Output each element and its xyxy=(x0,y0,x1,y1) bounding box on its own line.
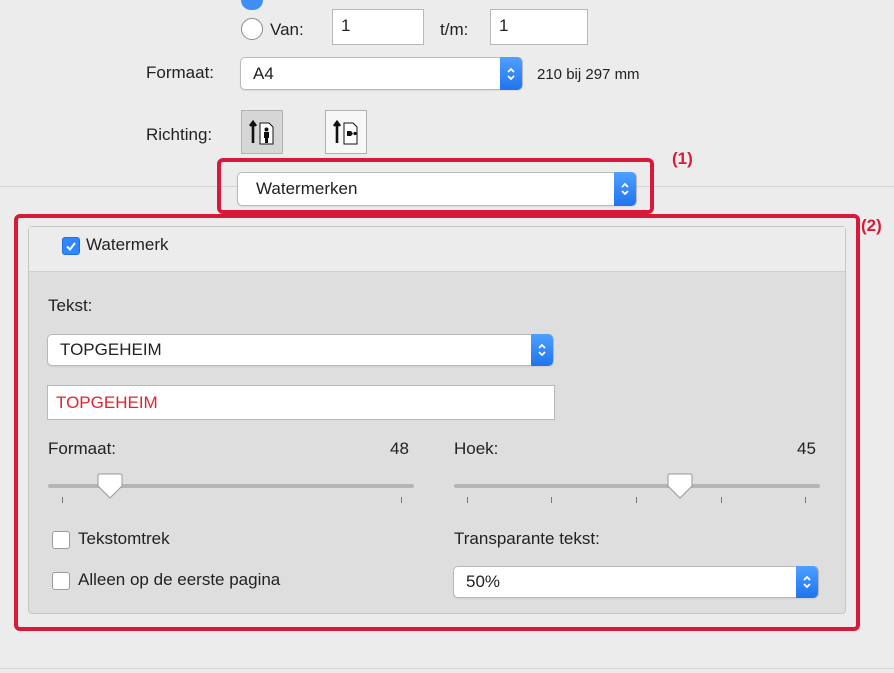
text-outline-checkbox[interactable] xyxy=(52,531,70,549)
section-popup-value: Watermerken xyxy=(256,179,358,198)
angle-value: 45 xyxy=(797,439,816,458)
text-outline-label: Tekstomtrek xyxy=(78,529,170,548)
section-popup[interactable]: Watermerken xyxy=(237,172,637,206)
checkmark-icon xyxy=(66,242,76,252)
size-label: Formaat: xyxy=(48,439,117,458)
orientation-label: Richting: xyxy=(146,125,213,144)
first-page-only-label: Alleen op de eerste pagina xyxy=(78,570,281,589)
transparency-label: Transparante tekst: xyxy=(454,529,600,548)
tm-label: t/m: xyxy=(440,20,469,39)
landscape-icon xyxy=(332,119,358,145)
angle-tick xyxy=(721,497,722,503)
first-page-only-checkbox[interactable] xyxy=(52,572,70,590)
format-size-text: 210 bij 297 mm xyxy=(537,66,640,83)
angle-tick xyxy=(551,497,552,503)
text-preset-value: TOPGEHEIM xyxy=(60,340,162,359)
chevron-updown-icon xyxy=(531,334,553,366)
size-tick xyxy=(401,497,402,503)
format-label: Formaat: xyxy=(146,63,215,82)
portrait-orientation-button[interactable] xyxy=(241,110,283,154)
size-tick xyxy=(62,497,63,503)
angle-tick xyxy=(805,497,806,503)
angle-tick xyxy=(636,497,637,503)
watermark-label: Watermerk xyxy=(86,235,169,254)
chevron-updown-icon xyxy=(796,566,818,598)
watermark-checkbox[interactable] xyxy=(62,237,80,255)
angle-label: Hoek: xyxy=(454,439,499,458)
angle-slider-thumb[interactable] xyxy=(666,472,694,500)
chevron-updown-icon xyxy=(500,57,522,90)
watermark-text-input[interactable]: TOPGEHEIM xyxy=(47,385,555,420)
angle-tick xyxy=(467,497,468,503)
annotation-2: (2) xyxy=(861,216,882,235)
size-slider-thumb[interactable] xyxy=(96,472,124,500)
annotation-1: (1) xyxy=(672,149,693,168)
size-value: 48 xyxy=(390,439,409,458)
angle-slider-track[interactable] xyxy=(454,484,820,488)
van-input[interactable]: 1 xyxy=(332,9,424,45)
portrait-icon xyxy=(248,119,274,145)
text-preset-popup[interactable]: TOPGEHEIM xyxy=(47,334,554,366)
format-popup[interactable]: A4 xyxy=(240,57,523,90)
transparency-value: 50% xyxy=(466,572,501,591)
van-label: Van: xyxy=(270,20,304,39)
radio-top-partial[interactable] xyxy=(241,0,263,10)
landscape-orientation-button[interactable] xyxy=(325,110,367,154)
format-value: A4 xyxy=(253,64,274,83)
text-label: Tekst: xyxy=(48,296,93,315)
chevron-updown-icon xyxy=(614,172,636,206)
transparency-popup[interactable]: 50% xyxy=(453,566,819,598)
bottom-divider xyxy=(0,668,894,669)
tm-input[interactable]: 1 xyxy=(490,9,588,45)
van-radio[interactable] xyxy=(241,18,263,40)
